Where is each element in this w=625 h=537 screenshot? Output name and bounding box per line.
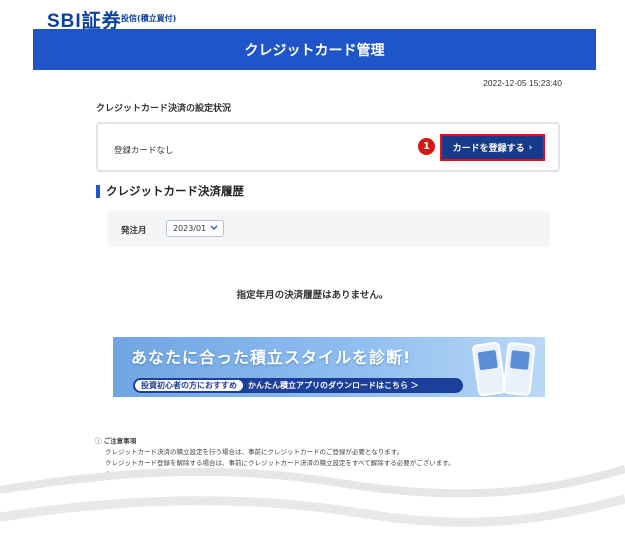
register-card-button[interactable]: カードを登録する › — [440, 134, 545, 161]
notes-title: ご注意事項 — [103, 437, 137, 445]
empty-history-message: 指定年月の決済履歴はありません。 — [236, 290, 389, 301]
promo-tag: 投資初心者の方におすすめ — [135, 380, 243, 391]
history-heading: クレジットカード決済履歴 — [96, 183, 244, 199]
phone-illustration — [502, 341, 536, 397]
register-card-button-label: カードを登録する — [452, 144, 525, 154]
logo-subtitle: 投信(積立買付) — [121, 14, 177, 23]
chevron-right-icon: › — [528, 142, 533, 153]
page-title: クレジットカード管理 — [244, 42, 385, 59]
promo-download-strip[interactable]: 投資初心者の方におすすめ かんたん積立アプリのダウンロードはこちら ＞ — [133, 378, 463, 393]
promo-link-text: かんたん積立アプリのダウンロードはこちら ＞ — [248, 381, 419, 390]
promo-title: あなたに合った積立スタイルを診断! — [131, 348, 412, 367]
heading-accent-bar — [96, 184, 100, 198]
card-settings-panel: 登録カードなし 1 カードを登録する › — [96, 122, 560, 172]
info-icon: ⓘ — [95, 437, 102, 445]
settings-section-label: クレジットカード決済の設定状況 — [96, 104, 232, 114]
phone-illustration — [471, 341, 507, 397]
step-number-badge: 1 — [418, 138, 435, 155]
card-status-text: 登録カードなし — [114, 146, 174, 156]
timestamp: 2022-12-05 15:23:40 — [483, 78, 562, 88]
chevron-down-icon — [210, 224, 218, 233]
page-title-banner: クレジットカード管理 — [33, 29, 596, 70]
history-heading-text: クレジットカード決済履歴 — [106, 184, 244, 198]
order-month-value: 2023/01 — [173, 224, 207, 233]
order-month-label: 発注月 — [121, 226, 147, 236]
promo-banner[interactable]: あなたに合った積立スタイルを診断! 投資初心者の方におすすめ かんたん積立アプリ… — [113, 337, 545, 397]
history-filter-panel: 発注月 2023/01 — [107, 211, 550, 247]
order-month-select[interactable]: 2023/01 — [166, 220, 224, 237]
notes-title-row: ⓘ ご注意事項 — [95, 436, 455, 447]
torn-edge-overlay — [0, 465, 625, 537]
